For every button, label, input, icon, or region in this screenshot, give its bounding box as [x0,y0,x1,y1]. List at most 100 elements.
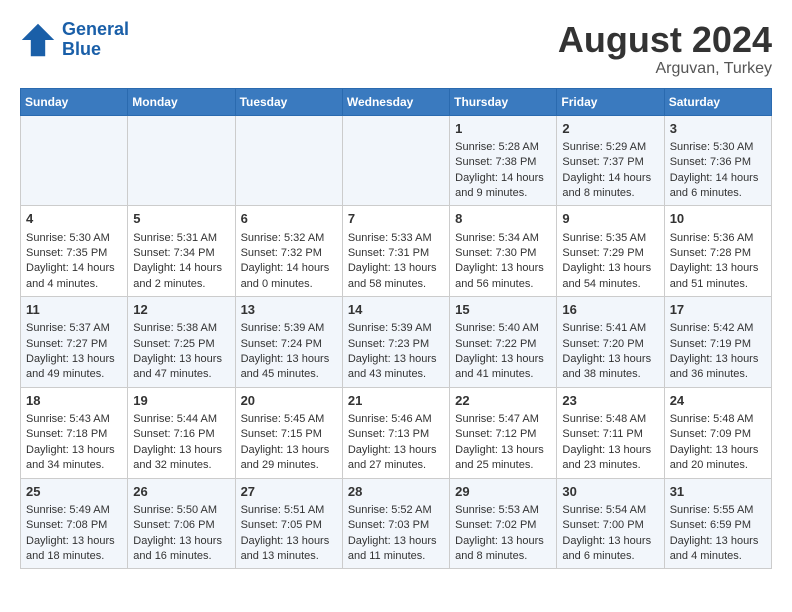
cell-text: Daylight: 13 hours [562,261,658,276]
cell-text: Sunset: 7:34 PM [133,246,229,261]
cell-text: Sunset: 7:36 PM [670,155,766,170]
cell-text: Daylight: 13 hours [455,352,551,367]
location: Arguvan, Turkey [558,60,772,78]
cell-text: Daylight: 13 hours [241,352,337,367]
cell-text: Daylight: 13 hours [455,261,551,276]
week-row-1: 1Sunrise: 5:28 AMSunset: 7:38 PMDaylight… [21,115,772,206]
cell-text: Sunset: 7:19 PM [670,337,766,352]
day-number: 5 [133,210,229,228]
calendar-cell: 28Sunrise: 5:52 AMSunset: 7:03 PMDayligh… [342,478,449,569]
header-tuesday: Tuesday [235,88,342,115]
cell-text: Sunrise: 5:52 AM [348,503,444,518]
cell-text: and 4 minutes. [670,549,766,564]
cell-text: Daylight: 13 hours [26,352,122,367]
cell-text: Daylight: 14 hours [455,171,551,186]
cell-text: and 49 minutes. [26,367,122,382]
calendar-cell: 30Sunrise: 5:54 AMSunset: 7:00 PMDayligh… [557,478,664,569]
cell-text: Sunrise: 5:37 AM [26,321,122,336]
cell-text: Daylight: 14 hours [26,261,122,276]
day-number: 7 [348,210,444,228]
header-sunday: Sunday [21,88,128,115]
day-number: 31 [670,483,766,501]
cell-text: and 8 minutes. [562,186,658,201]
logo-line1: General [62,19,129,39]
cell-text: Sunset: 7:15 PM [241,427,337,442]
calendar-cell [21,115,128,206]
calendar-cell: 3Sunrise: 5:30 AMSunset: 7:36 PMDaylight… [664,115,771,206]
calendar-cell: 16Sunrise: 5:41 AMSunset: 7:20 PMDayligh… [557,297,664,388]
cell-text: Sunset: 7:18 PM [26,427,122,442]
cell-text: Daylight: 13 hours [348,534,444,549]
calendar-cell: 29Sunrise: 5:53 AMSunset: 7:02 PMDayligh… [450,478,557,569]
cell-text: Daylight: 13 hours [670,261,766,276]
cell-text: and 23 minutes. [562,458,658,473]
calendar-cell: 1Sunrise: 5:28 AMSunset: 7:38 PMDaylight… [450,115,557,206]
calendar-cell: 20Sunrise: 5:45 AMSunset: 7:15 PMDayligh… [235,387,342,478]
calendar-cell: 9Sunrise: 5:35 AMSunset: 7:29 PMDaylight… [557,206,664,297]
calendar-cell: 11Sunrise: 5:37 AMSunset: 7:27 PMDayligh… [21,297,128,388]
calendar-cell [128,115,235,206]
cell-text: Sunrise: 5:32 AM [241,231,337,246]
day-number: 9 [562,210,658,228]
cell-text: Sunset: 7:38 PM [455,155,551,170]
calendar-cell: 23Sunrise: 5:48 AMSunset: 7:11 PMDayligh… [557,387,664,478]
cell-text: Sunrise: 5:41 AM [562,321,658,336]
cell-text: and 43 minutes. [348,367,444,382]
cell-text: Daylight: 14 hours [670,171,766,186]
cell-text: Sunrise: 5:54 AM [562,503,658,518]
cell-text: Daylight: 14 hours [562,171,658,186]
day-number: 30 [562,483,658,501]
cell-text: Sunset: 7:30 PM [455,246,551,261]
cell-text: and 27 minutes. [348,458,444,473]
cell-text: and 34 minutes. [26,458,122,473]
cell-text: and 51 minutes. [670,277,766,292]
cell-text: Sunset: 7:31 PM [348,246,444,261]
cell-text: and 29 minutes. [241,458,337,473]
calendar-cell: 21Sunrise: 5:46 AMSunset: 7:13 PMDayligh… [342,387,449,478]
calendar-cell: 2Sunrise: 5:29 AMSunset: 7:37 PMDaylight… [557,115,664,206]
cell-text: Sunrise: 5:28 AM [455,140,551,155]
calendar-cell: 19Sunrise: 5:44 AMSunset: 7:16 PMDayligh… [128,387,235,478]
calendar-cell: 24Sunrise: 5:48 AMSunset: 7:09 PMDayligh… [664,387,771,478]
day-number: 28 [348,483,444,501]
calendar-cell: 22Sunrise: 5:47 AMSunset: 7:12 PMDayligh… [450,387,557,478]
day-number: 17 [670,301,766,319]
cell-text: and 54 minutes. [562,277,658,292]
cell-text: Sunrise: 5:45 AM [241,412,337,427]
cell-text: Sunrise: 5:29 AM [562,140,658,155]
week-row-5: 25Sunrise: 5:49 AMSunset: 7:08 PMDayligh… [21,478,772,569]
calendar-cell: 12Sunrise: 5:38 AMSunset: 7:25 PMDayligh… [128,297,235,388]
cell-text: Sunrise: 5:40 AM [455,321,551,336]
cell-text: Sunrise: 5:33 AM [348,231,444,246]
cell-text: Daylight: 13 hours [133,534,229,549]
day-number: 16 [562,301,658,319]
calendar-cell: 26Sunrise: 5:50 AMSunset: 7:06 PMDayligh… [128,478,235,569]
cell-text: Daylight: 13 hours [670,352,766,367]
cell-text: Sunrise: 5:36 AM [670,231,766,246]
cell-text: and 56 minutes. [455,277,551,292]
calendar-cell: 6Sunrise: 5:32 AMSunset: 7:32 PMDaylight… [235,206,342,297]
week-row-3: 11Sunrise: 5:37 AMSunset: 7:27 PMDayligh… [21,297,772,388]
calendar-cell: 13Sunrise: 5:39 AMSunset: 7:24 PMDayligh… [235,297,342,388]
cell-text: Sunrise: 5:38 AM [133,321,229,336]
calendar-cell [235,115,342,206]
cell-text: and 32 minutes. [133,458,229,473]
cell-text: and 58 minutes. [348,277,444,292]
cell-text: Sunrise: 5:55 AM [670,503,766,518]
cell-text: and 4 minutes. [26,277,122,292]
cell-text: and 13 minutes. [241,549,337,564]
cell-text: Sunset: 7:29 PM [562,246,658,261]
cell-text: Sunset: 7:11 PM [562,427,658,442]
cell-text: Sunrise: 5:44 AM [133,412,229,427]
cell-text: Sunset: 7:27 PM [26,337,122,352]
cell-text: Daylight: 13 hours [562,443,658,458]
cell-text: Sunset: 7:02 PM [455,518,551,533]
calendar-cell: 5Sunrise: 5:31 AMSunset: 7:34 PMDaylight… [128,206,235,297]
day-number: 25 [26,483,122,501]
cell-text: Sunrise: 5:50 AM [133,503,229,518]
cell-text: and 9 minutes. [455,186,551,201]
cell-text: Daylight: 13 hours [348,261,444,276]
cell-text: Daylight: 14 hours [133,261,229,276]
day-number: 2 [562,120,658,138]
day-number: 26 [133,483,229,501]
